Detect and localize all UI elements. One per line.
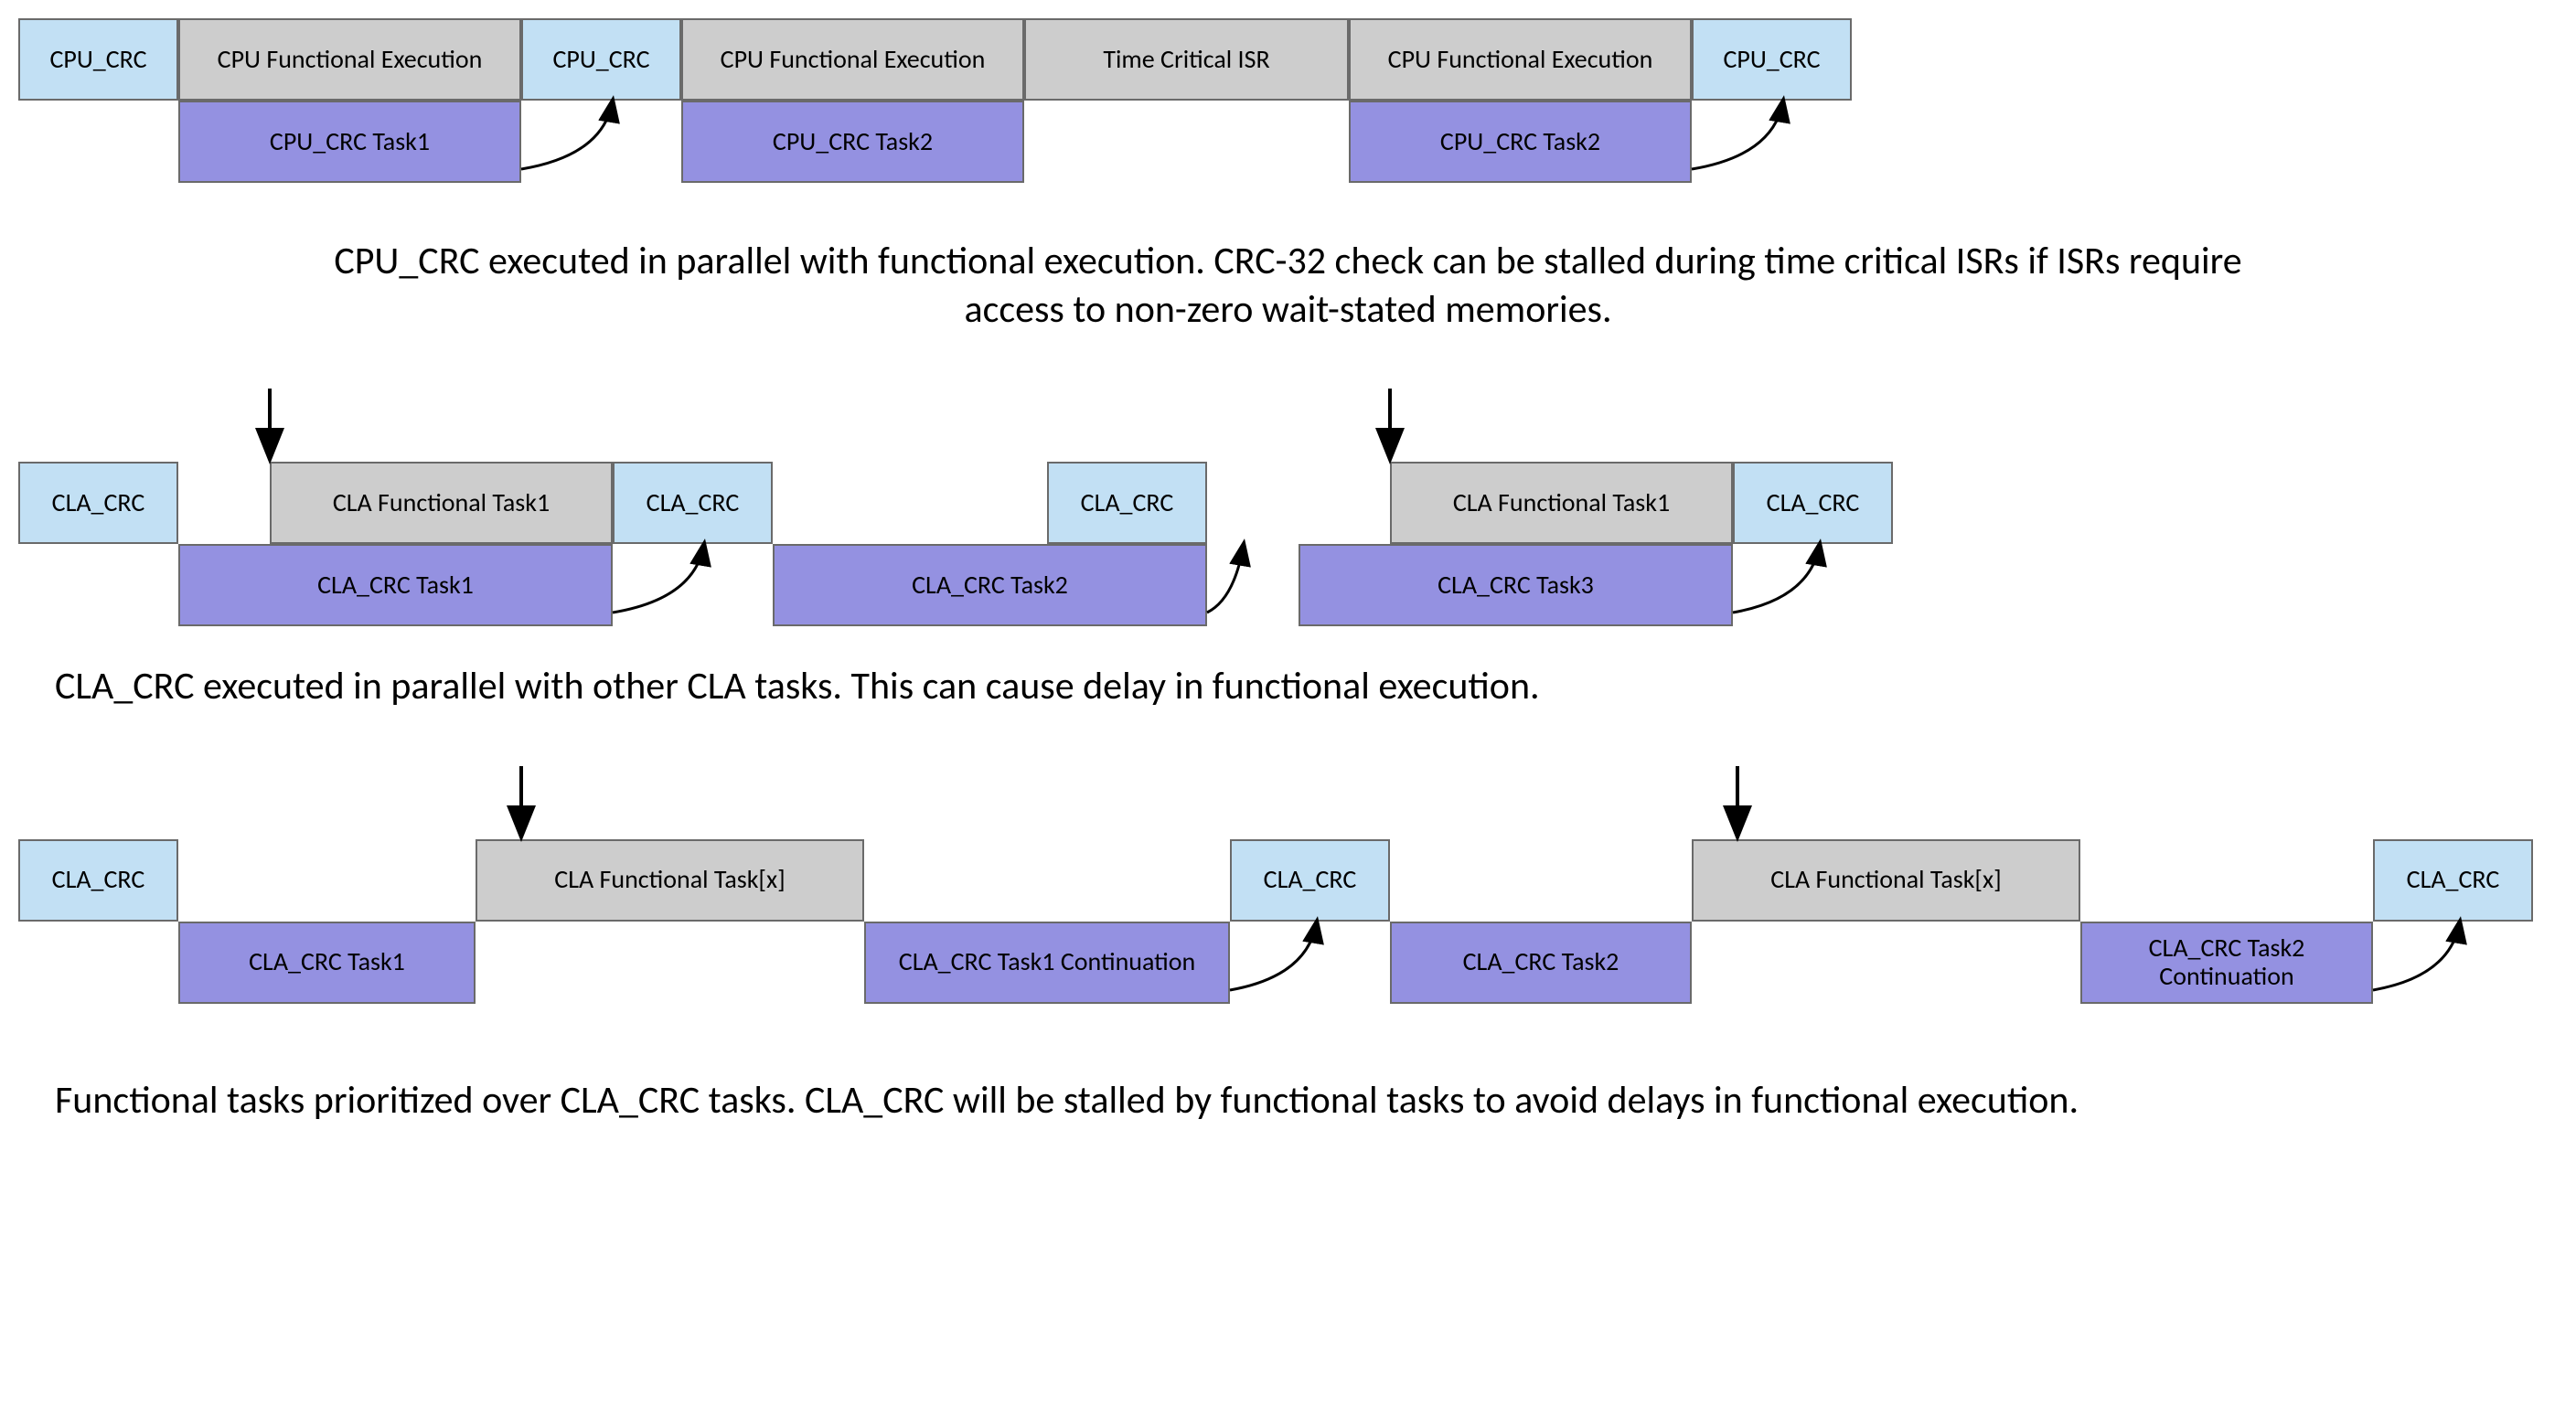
diagram-container: CPU_CRC CPU Functional Execution CPU_CRC… [18,18,2558,1125]
section2-caption: CLA_CRC executed in parallel with other … [55,663,2432,711]
label: CLA Functional Task[x] [554,866,785,894]
cla-func-task-block: CLA Functional Task1 [1390,462,1733,544]
cla-crc-block: CLA_CRC [613,462,773,544]
cla-func-taskx-block: CLA Functional Task[x] [1692,839,2080,922]
section2-timeline: CLA_CRC CLA Functional Task1 CLA_CRC CLA… [18,389,2558,645]
cpu-crc-task-block: CPU_CRC Task2 [681,101,1024,183]
label: CLA_CRC Task1 [317,571,474,600]
cla-crc-task-block: CLA_CRC Task2 [1390,922,1692,1004]
label: Time Critical ISR [1103,46,1269,74]
cla-crc-block: CLA_CRC [1047,462,1207,544]
section-cla-crc-prioritized: CLA_CRC CLA Functional Task[x] CLA_CRC C… [18,766,2558,1125]
cla-crc-block: CLA_CRC [1230,839,1390,922]
section3-timeline: CLA_CRC CLA Functional Task[x] CLA_CRC C… [18,766,2558,1022]
cla-crc-task-cont-block: CLA_CRC Task2 Continuation [2080,922,2373,1004]
cpu-crc-block: CPU_CRC [1692,18,1852,101]
label: CLA_CRC [52,866,145,894]
cpu-func-exec-block: CPU Functional Execution [1349,18,1692,101]
label: CPU_CRC [1723,46,1820,74]
cpu-crc-block: CPU_CRC [521,18,681,101]
cla-crc-block: CLA_CRC [2373,839,2533,922]
cpu-crc-task-block: CPU_CRC Task1 [178,101,521,183]
cla-crc-block: CLA_CRC [1733,462,1893,544]
cla-crc-task-block: CLA_CRC Task1 [178,922,476,1004]
label: CLA_CRC [647,489,740,517]
section-cpu-crc: CPU_CRC CPU Functional Execution CPU_CRC… [18,18,2558,334]
cla-func-task-block: CLA Functional Task1 [270,462,613,544]
label: CLA_CRC Task1 Continuation [899,948,1195,976]
label: CLA_CRC Task1 [249,948,405,976]
cla-crc-task-block: CLA_CRC Task3 [1299,544,1733,626]
label: CLA Functional Task1 [333,489,550,517]
label: CPU_CRC Task1 [270,128,430,156]
label: CLA_CRC Task2 Continuation [2086,934,2368,991]
label: CLA_CRC [1081,489,1174,517]
label: CPU Functional Execution [1388,46,1653,74]
label: CLA Functional Task[x] [1770,866,2001,894]
label: CLA_CRC [1264,866,1357,894]
label: CLA_CRC Task2 [912,571,1068,600]
cpu-func-exec-block: CPU Functional Execution [178,18,521,101]
cla-crc-task-cont-block: CLA_CRC Task1 Continuation [864,922,1230,1004]
label: CLA_CRC [1767,489,1860,517]
label: CPU Functional Execution [721,46,986,74]
label: CPU_CRC Task2 [1440,128,1600,156]
label: CPU_CRC [49,46,146,74]
cla-crc-task-block: CLA_CRC Task1 [178,544,613,626]
label: CLA_CRC [52,489,145,517]
cpu-crc-task-block: CPU_CRC Task2 [1349,101,1692,183]
time-critical-isr-block: Time Critical ISR [1024,18,1349,101]
label: CLA_CRC [2407,866,2500,894]
section1-timeline: CPU_CRC CPU Functional Execution CPU_CRC… [18,18,2558,219]
cla-crc-block: CLA_CRC [18,839,178,922]
label: CLA_CRC Task3 [1438,571,1594,600]
cla-crc-block: CLA_CRC [18,462,178,544]
cpu-func-exec-block: CPU Functional Execution [681,18,1024,101]
section1-caption: CPU_CRC executed in parallel with functi… [283,238,2294,334]
section-cla-crc-parallel: CLA_CRC CLA Functional Task1 CLA_CRC CLA… [18,389,2558,711]
cpu-crc-block: CPU_CRC [18,18,178,101]
label: CLA_CRC Task2 [1463,948,1619,976]
section3-caption: Functional tasks prioritized over CLA_CR… [55,1077,2432,1125]
cla-func-taskx-block: CLA Functional Task[x] [476,839,864,922]
label: CPU_CRC [552,46,649,74]
cla-crc-task-block: CLA_CRC Task2 [773,544,1207,626]
label: CPU_CRC Task2 [773,128,933,156]
label: CLA Functional Task1 [1453,489,1670,517]
label: CPU Functional Execution [218,46,483,74]
